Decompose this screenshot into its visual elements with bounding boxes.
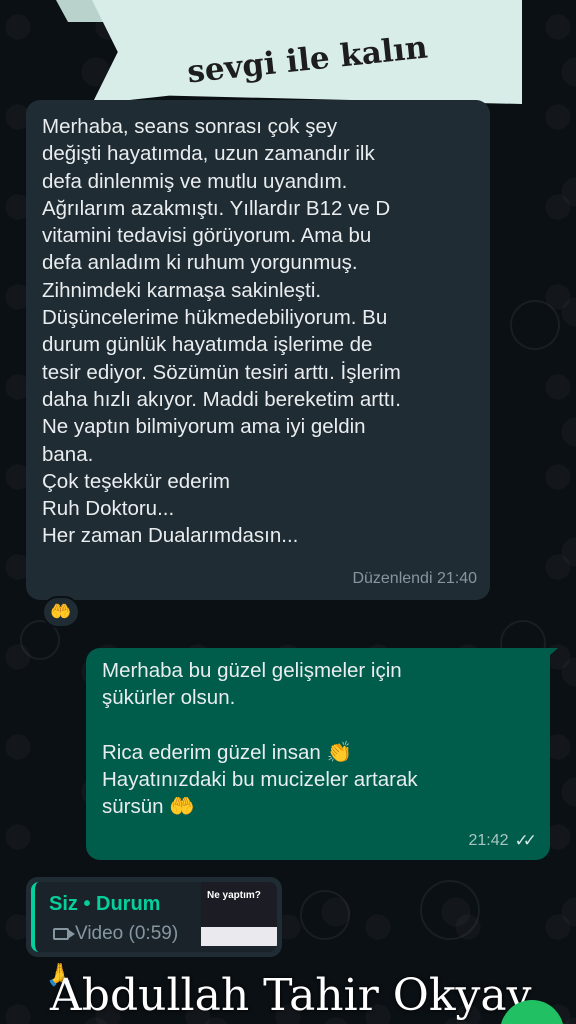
message-line: Her zaman Dualarımdasın... — [42, 524, 299, 548]
status-quote[interactable]: Siz • Durum Video (0:59) Ne yaptım? — [31, 882, 277, 952]
message-line: durum günlük hayatımda işlerime de — [42, 333, 373, 357]
status-title: Siz • Durum — [49, 893, 161, 915]
edited-timestamp: Düzenlendi 21:40 — [352, 569, 477, 587]
wallpaper-doodle — [420, 880, 480, 940]
thumbnail-title: Ne yaptım? — [207, 890, 261, 901]
open-hands-emoji: 🤲 — [50, 602, 72, 621]
message-line: Zihnimdeki karmaşa sakinleşti. — [42, 278, 322, 302]
wallpaper-doodle — [510, 300, 560, 350]
outgoing-message-bubble[interactable]: Merhaba bu güzel gelişmeler için şükürle… — [86, 648, 550, 860]
message-line: Ne yaptın bilmiyorum ama iyi geldin — [42, 415, 366, 439]
message-line: defa dinlenmiş ve mutlu uyandım. — [42, 169, 348, 193]
wallpaper-doodle — [300, 890, 350, 940]
status-thumbnail[interactable]: Ne yaptım? — [201, 882, 277, 946]
read-receipt-icon: ✓✓ — [514, 830, 537, 850]
reaction-badge[interactable]: 🤲 — [42, 596, 80, 628]
message-line: bana. — [42, 442, 94, 466]
message-line: defa anladım ki ruhum yorgunmuş. — [42, 251, 358, 275]
message-line-blank — [102, 712, 534, 739]
message-line: değişti hayatımda, uzun zamandır ilk — [42, 142, 375, 166]
message-line: Ağrılarım azakmıştı. Yıllardır B12 ve D — [42, 196, 391, 220]
message-line: Düşüncelerime hükmedebiliyorum. Bu — [42, 306, 388, 330]
status-reply-card[interactable]: Siz • Durum Video (0:59) Ne yaptım? — [26, 877, 282, 957]
video-icon — [53, 928, 75, 940]
banner-text: sevgi ile kalın — [186, 29, 430, 91]
message-line: Çok teşekkür ederim — [42, 469, 230, 493]
message-line: şükürler olsun. — [102, 686, 236, 710]
message-line: sürsün 🤲 — [102, 795, 195, 819]
message-line: vitamini tedavisi görüyorum. Ama bu — [42, 224, 372, 248]
message-line: Rica ederim güzel insan 👏 — [102, 740, 352, 764]
message-meta: 21:42 ✓✓ — [468, 827, 537, 854]
message-meta: Düzenlendi 21:40 — [352, 565, 477, 592]
status-subtitle: Video (0:59) — [53, 923, 178, 945]
incoming-message-bubble[interactable]: Merhaba, seans sonrası çok şey değişti h… — [26, 100, 490, 600]
video-duration-label: Video (0:59) — [75, 923, 179, 944]
message-line: Merhaba, seans sonrası çok şey — [42, 115, 338, 138]
ribbon-banner: sevgi ile kalın — [92, 0, 522, 104]
message-line: tesir ediyor. Sözümün tesiri arttı. İşle… — [42, 360, 401, 384]
message-line: Merhaba bu güzel gelişmeler için — [102, 659, 402, 682]
author-name: Abdullah Tahir Okyay — [50, 970, 532, 1021]
message-line: daha hızlı akıyor. Maddi bereketim arttı… — [42, 387, 401, 411]
message-time: 21:42 — [468, 831, 509, 849]
message-line: Hayatınızdaki bu mucizeler artarak — [102, 768, 418, 792]
message-line: Ruh Doktoru... — [42, 497, 175, 521]
